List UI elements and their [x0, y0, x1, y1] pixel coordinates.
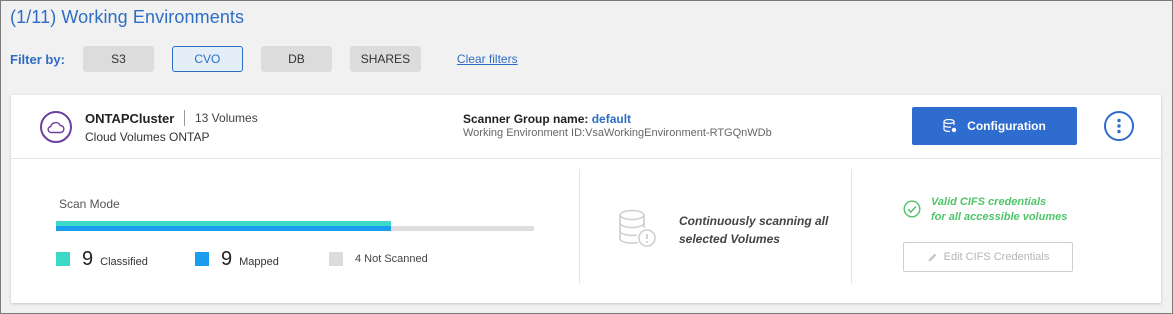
environment-type: Cloud Volumes ONTAP: [85, 130, 210, 144]
page-title: (1/11) Working Environments: [10, 7, 245, 27]
card-header: ONTAPCluster 13 Volumes Cloud Volumes ON…: [11, 95, 1161, 159]
filter-chip-cvo[interactable]: CVO: [171, 46, 243, 72]
filter-bar: Filter by: S3 CVO DB SHARES Clear filter…: [10, 46, 518, 72]
legend-not-scanned: 4 Not Scanned: [329, 248, 428, 270]
filter-chip-s3[interactable]: S3: [82, 46, 154, 72]
working-environment-card: ONTAPCluster 13 Volumes Cloud Volumes ON…: [11, 95, 1161, 303]
kebab-icon: [1117, 118, 1121, 134]
cloud-icon: [40, 111, 72, 143]
classified-label: Classified: [100, 256, 148, 268]
progress-fill-mapped: [56, 226, 391, 231]
database-settings-icon: [943, 119, 957, 133]
environment-volume-count: 13 Volumes: [195, 111, 258, 125]
pencil-icon: [927, 252, 938, 263]
filter-chip-shares[interactable]: SHARES: [349, 46, 421, 72]
scan-mode-label: Scan Mode: [59, 197, 120, 211]
legend-mapped: 9 Mapped: [195, 248, 279, 270]
mapped-label: Mapped: [239, 256, 279, 268]
classified-count: 9: [82, 247, 94, 270]
cifs-status-text: Valid CIFS credentials for all accessibl…: [931, 195, 1067, 225]
section-divider: [579, 169, 580, 283]
cifs-status-line2: for all accessible volumes: [931, 211, 1068, 223]
working-environment-id: Working Environment ID:VsaWorkingEnviron…: [463, 127, 772, 139]
configuration-button[interactable]: Configuration: [912, 107, 1077, 145]
scan-progress-bar: [56, 221, 534, 232]
classified-swatch: [56, 252, 70, 266]
scanner-group: Scanner Group name: default: [463, 112, 631, 126]
not-scanned-swatch: [329, 252, 343, 266]
scanner-group-value: default: [591, 112, 632, 126]
filter-label: Filter by:: [10, 51, 65, 67]
database-scan-icon: [619, 209, 656, 247]
environment-separator: [184, 110, 185, 126]
configuration-label: Configuration: [967, 119, 1046, 133]
edit-cifs-credentials-button[interactable]: Edit CIFS Credentials: [903, 242, 1073, 272]
scan-status-text: Continuously scanning all selected Volum…: [679, 214, 829, 246]
kebab-menu-button[interactable]: [1104, 111, 1134, 141]
mapped-count: 9: [221, 247, 233, 270]
scanner-group-label: Scanner Group name:: [463, 112, 589, 126]
edit-cifs-label: Edit CIFS Credentials: [943, 251, 1050, 263]
legend-classified: 9 Classified: [56, 248, 148, 270]
filter-chip-db[interactable]: DB: [260, 46, 332, 72]
clear-filters-link[interactable]: Clear filters: [457, 52, 518, 66]
cifs-status-line1: Valid CIFS credentials: [931, 196, 1047, 208]
check-circle-icon: [903, 200, 921, 218]
not-scanned-label: 4 Not Scanned: [355, 253, 428, 265]
environment-name: ONTAPCluster: [85, 111, 175, 126]
section-divider: [851, 169, 852, 283]
mapped-swatch: [195, 252, 209, 266]
